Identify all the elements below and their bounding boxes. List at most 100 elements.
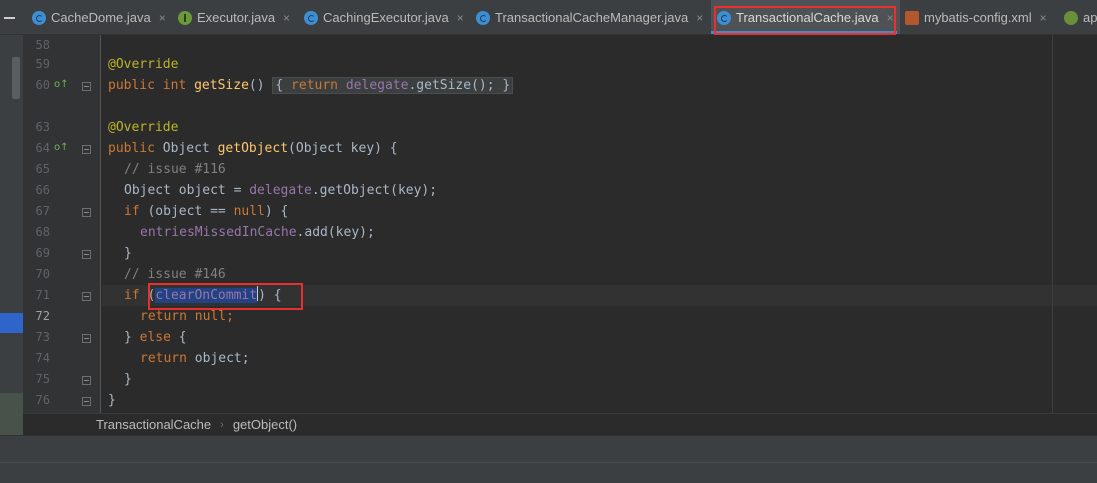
minus-icon [4, 17, 15, 19]
code-text: } [124, 330, 140, 345]
keyword: null [194, 309, 227, 324]
tab-executor[interactable]: Executor.java × [178, 0, 290, 34]
selected-tool-item[interactable] [0, 313, 23, 333]
status-bar [0, 462, 1097, 483]
tab-mybatis-config[interactable]: mybatis-config.xml × [905, 0, 1047, 34]
line-number: 66 [35, 183, 50, 197]
code-text: } [124, 246, 132, 261]
code-text: } [124, 372, 132, 387]
class-icon [32, 10, 46, 25]
breadcrumb: TransactionalCache › getObject() [23, 413, 1097, 435]
code-text: () [248, 78, 273, 93]
close-icon[interactable]: × [696, 11, 703, 25]
override-method-icon[interactable]: o↑ [54, 79, 69, 91]
code-line: } [108, 390, 116, 411]
line-number: 74 [35, 351, 50, 365]
code-text: ) { [264, 204, 289, 219]
code-text: Object object = [124, 183, 250, 198]
keyword: if [124, 204, 140, 219]
close-icon[interactable]: × [159, 11, 166, 25]
keyword: public [108, 141, 155, 156]
line-number: 68 [35, 225, 50, 239]
code-line: public int getSize() { return delegate.g… [108, 75, 514, 96]
tab-label: Executor.java [197, 10, 276, 25]
fold-icon[interactable] [82, 82, 91, 91]
line-number: 76 [35, 393, 50, 407]
close-icon[interactable]: × [283, 11, 290, 25]
code-editor[interactable]: @Override public int getSize() { return … [102, 35, 1097, 413]
fold-icon[interactable] [82, 334, 91, 343]
code-text: { [275, 78, 284, 93]
code-text: (object == [139, 204, 234, 219]
tool-strip-handle[interactable] [12, 57, 20, 99]
code-text: } [108, 393, 116, 408]
code-text: .add(key); [296, 225, 375, 240]
fold-icon[interactable] [82, 145, 91, 154]
code-text: Object [154, 141, 218, 156]
code-line: // issue #116 [124, 159, 226, 180]
override-method-icon[interactable]: o↑ [54, 142, 69, 154]
code-text: } [502, 78, 511, 93]
line-number: 64 [35, 141, 50, 155]
collapse-button[interactable] [0, 0, 22, 34]
right-margin-guide [1052, 35, 1053, 413]
fold-icon[interactable] [82, 208, 91, 217]
line-number: 70 [35, 267, 50, 281]
left-tool-strip [0, 35, 23, 435]
breadcrumb-separator: › [220, 418, 224, 431]
method-name: getSize [194, 78, 249, 93]
fold-icon[interactable] [82, 397, 91, 406]
editor-tab-bar: CacheDome.java × Executor.java × Caching… [0, 0, 1097, 35]
method-name: getObject [217, 141, 289, 156]
code-text: .getObject(key); [311, 183, 438, 198]
class-icon [304, 10, 318, 25]
tab-cachedome[interactable]: CacheDome.java × [32, 0, 166, 34]
keyword: return [291, 78, 339, 93]
comment: // issue #146 [124, 267, 226, 282]
code-text: { [170, 330, 187, 345]
app-icon [1064, 10, 1078, 25]
field-name: delegate [249, 183, 312, 198]
keyword: if [124, 288, 140, 303]
line-number: 73 [35, 330, 50, 344]
code-text: (Object key) { [288, 141, 398, 156]
code-line: } [124, 243, 132, 264]
tab-highlight-box [714, 6, 896, 35]
tab-label: TransactionalCacheManager.java [495, 10, 689, 25]
line-number: 67 [35, 204, 50, 218]
fold-icon[interactable] [82, 376, 91, 385]
line-number: 59 [35, 57, 50, 71]
breadcrumb-item-class[interactable]: TransactionalCache [96, 417, 211, 432]
code-text: object; [186, 351, 250, 366]
annotation: @Override [108, 57, 179, 72]
tool-strip-panel [0, 393, 23, 435]
close-icon[interactable]: × [457, 11, 464, 25]
xml-icon [905, 10, 919, 25]
fold-icon[interactable] [82, 292, 91, 301]
line-number: 58 [35, 38, 50, 52]
line-number: 60 [35, 78, 50, 92]
code-line: @Override [108, 54, 178, 75]
close-icon[interactable]: × [1040, 11, 1047, 25]
keyword: return [140, 309, 187, 324]
tab-label: ap [1083, 10, 1097, 25]
tab-label: CachingExecutor.java [323, 10, 449, 25]
code-line: // issue #146 [124, 264, 226, 285]
line-number: 75 [35, 372, 50, 386]
tab-ap[interactable]: ap [1064, 0, 1097, 34]
comment: // issue #116 [124, 162, 226, 177]
current-line-number: 72 [35, 309, 50, 323]
field-name: delegate [345, 78, 409, 93]
tab-cachingexecutor[interactable]: CachingExecutor.java × [304, 0, 464, 34]
code-line: entriesMissedInCache.add(key); [140, 222, 375, 243]
keyword: return [140, 351, 187, 366]
code-line: if (object == null) { [124, 201, 288, 222]
fold-icon[interactable] [82, 250, 91, 259]
keyword: else [139, 330, 171, 345]
tab-transactionalcachemanager[interactable]: TransactionalCacheManager.java × [476, 0, 703, 34]
keyword: null [233, 204, 265, 219]
folded-region[interactable]: { return delegate.getSize(); } [272, 77, 514, 94]
code-text: .getSize(); [408, 78, 495, 93]
breadcrumb-item-method[interactable]: getObject() [233, 417, 297, 432]
tab-label: mybatis-config.xml [924, 10, 1032, 25]
